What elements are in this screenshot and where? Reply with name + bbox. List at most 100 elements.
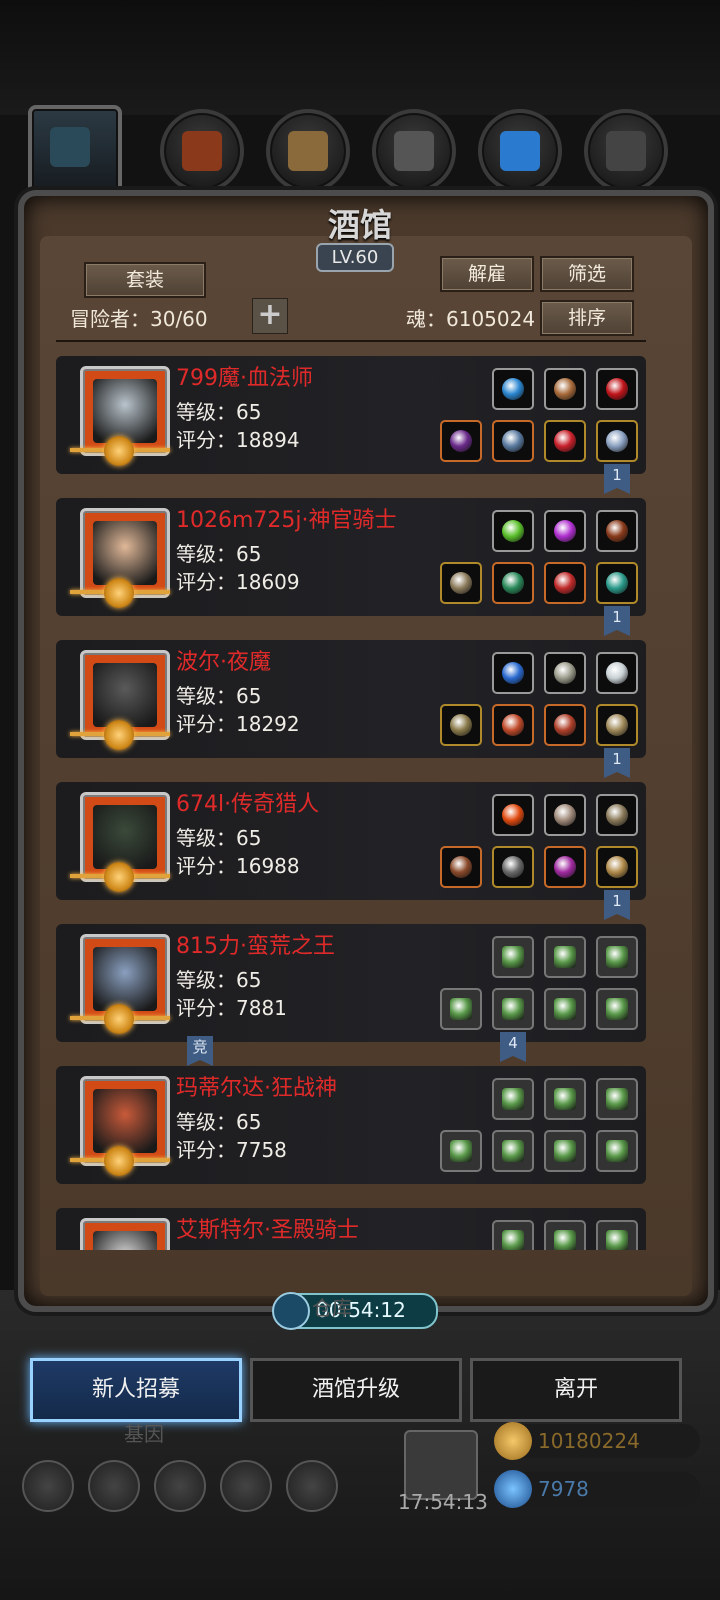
- rank-emblem-icon: [104, 862, 134, 892]
- equipment-icon: [450, 430, 472, 452]
- equipment-slot[interactable]: [596, 652, 638, 694]
- add-capacity-button[interactable]: +: [252, 298, 288, 334]
- leave-button[interactable]: 离开: [470, 1358, 682, 1422]
- equipment-slot[interactable]: [544, 794, 586, 836]
- rank-wing-right: [130, 874, 170, 878]
- empty-equipment-slot[interactable]: [492, 988, 534, 1030]
- empty-equipment-slot[interactable]: [544, 1130, 586, 1172]
- tab-adventurer-tab[interactable]: [28, 105, 122, 199]
- plus-icon: [450, 998, 472, 1020]
- tab-scroll-tab[interactable]: [266, 109, 350, 193]
- sort-button[interactable]: 排序: [540, 300, 634, 336]
- hero-card[interactable]: 674l·传奇猎人 等级：65 评分：16988: [56, 782, 646, 900]
- gear-icon[interactable]: [22, 1460, 74, 1512]
- hero-card[interactable]: 波尔·夜魔 等级：65 评分：18292: [56, 640, 646, 758]
- equipment-slot[interactable]: [544, 846, 586, 888]
- tab-anvil-tab[interactable]: [584, 109, 668, 193]
- hero-card[interactable]: 1026m725j·神官骑士 等级：65 评分：18609: [56, 498, 646, 616]
- empty-equipment-slot[interactable]: [596, 1130, 638, 1172]
- empty-equipment-slot[interactable]: [596, 1220, 638, 1250]
- empty-equipment-slot[interactable]: [492, 1078, 534, 1120]
- tab-helmet-tab[interactable]: [160, 109, 244, 193]
- equipment-slot[interactable]: [440, 562, 482, 604]
- hero-score: 评分：18894: [176, 428, 300, 452]
- helmet-tab-icon: [182, 131, 222, 171]
- plus-icon: [554, 1230, 576, 1250]
- equipment-icon: [502, 714, 524, 736]
- hero-level: 等级：65: [176, 684, 262, 708]
- mail-icon[interactable]: [220, 1460, 272, 1512]
- equipment-icon: [554, 804, 576, 826]
- plus-icon: [502, 998, 524, 1020]
- gem-icon: [494, 1470, 532, 1508]
- count-ribbon: 4: [500, 1032, 526, 1062]
- equipment-slot[interactable]: [596, 846, 638, 888]
- recruit-button[interactable]: 新人招募: [30, 1358, 242, 1422]
- equipment-slot[interactable]: [596, 562, 638, 604]
- tab-stairs-tab[interactable]: [372, 109, 456, 193]
- hero-face: [93, 663, 157, 727]
- equipment-icon: [502, 804, 524, 826]
- equipment-slot[interactable]: [596, 510, 638, 552]
- scroll-icon[interactable]: [154, 1460, 206, 1512]
- equipment-slot[interactable]: [544, 704, 586, 746]
- equipment-slot[interactable]: [596, 794, 638, 836]
- rank-emblem-icon: [104, 578, 134, 608]
- equipment-slot[interactable]: [440, 704, 482, 746]
- equipment-slot[interactable]: [440, 420, 482, 462]
- empty-equipment-slot[interactable]: [492, 1220, 534, 1250]
- set-button[interactable]: 套装: [84, 262, 206, 298]
- hero-card[interactable]: 815力·蛮荒之王 等级：65 评分：7881: [56, 924, 646, 1042]
- equipment-slot[interactable]: [544, 510, 586, 552]
- equipment-icon: [554, 714, 576, 736]
- empty-equipment-slot[interactable]: [492, 1130, 534, 1172]
- upgrade-tavern-button[interactable]: 酒馆升级: [250, 1358, 462, 1422]
- empty-equipment-slot[interactable]: [596, 936, 638, 978]
- equipment-slot[interactable]: [492, 794, 534, 836]
- hero-card[interactable]: 799魔·血法师 等级：65 评分：18894: [56, 356, 646, 474]
- equipment-slot[interactable]: [544, 652, 586, 694]
- equipment-slot[interactable]: [492, 510, 534, 552]
- empty-equipment-slot[interactable]: [596, 1078, 638, 1120]
- equipment-slot[interactable]: [492, 420, 534, 462]
- empty-equipment-slot[interactable]: [596, 988, 638, 1030]
- plus-icon: [502, 1088, 524, 1110]
- equipment-slot[interactable]: [492, 846, 534, 888]
- hero-card[interactable]: 艾斯特尔·圣殿骑士: [56, 1208, 646, 1250]
- empty-equipment-slot[interactable]: [544, 936, 586, 978]
- empty-equipment-slot[interactable]: [440, 1130, 482, 1172]
- equipment-slot[interactable]: [492, 562, 534, 604]
- equipment-icon: [606, 572, 628, 594]
- equipment-slot[interactable]: [596, 420, 638, 462]
- hero-list[interactable]: 799魔·血法师 等级：65 评分：18894 1 1026m725j·神官骑士 等级：6…: [56, 350, 646, 1250]
- equipment-slot[interactable]: [492, 704, 534, 746]
- plus-icon: [450, 1140, 472, 1162]
- star-icon[interactable]: [88, 1460, 140, 1512]
- empty-equipment-slot[interactable]: [440, 988, 482, 1030]
- rank-wing-right: [130, 1016, 170, 1020]
- equipment-slot[interactable]: [596, 368, 638, 410]
- hero-portrait[interactable]: [80, 1218, 170, 1250]
- tab-crystal-tab[interactable]: [478, 109, 562, 193]
- shield-icon[interactable]: [286, 1460, 338, 1512]
- hero-card[interactable]: 玛蒂尔达·狂战神 等级：65 评分：7758: [56, 1066, 646, 1184]
- plus-icon: [502, 946, 524, 968]
- equipment-icon: [502, 520, 524, 542]
- dismiss-button[interactable]: 解雇: [440, 256, 534, 292]
- hero-name: 799魔·血法师: [176, 366, 313, 391]
- empty-equipment-slot[interactable]: [544, 988, 586, 1030]
- equipment-slot[interactable]: [492, 652, 534, 694]
- adventurer-tab-icon: [50, 127, 90, 167]
- empty-equipment-slot[interactable]: [544, 1078, 586, 1120]
- equipment-slot[interactable]: [492, 368, 534, 410]
- empty-equipment-slot[interactable]: [544, 1220, 586, 1250]
- equipment-slot[interactable]: [440, 846, 482, 888]
- equipment-slot[interactable]: [596, 704, 638, 746]
- equipment-slot[interactable]: [544, 420, 586, 462]
- equipment-icon: [606, 430, 628, 452]
- equipment-slot[interactable]: [544, 562, 586, 604]
- empty-equipment-slot[interactable]: [492, 936, 534, 978]
- filter-button[interactable]: 筛选: [540, 256, 634, 292]
- equipment-slot[interactable]: [544, 368, 586, 410]
- hero-name: 815力·蛮荒之王: [176, 934, 335, 959]
